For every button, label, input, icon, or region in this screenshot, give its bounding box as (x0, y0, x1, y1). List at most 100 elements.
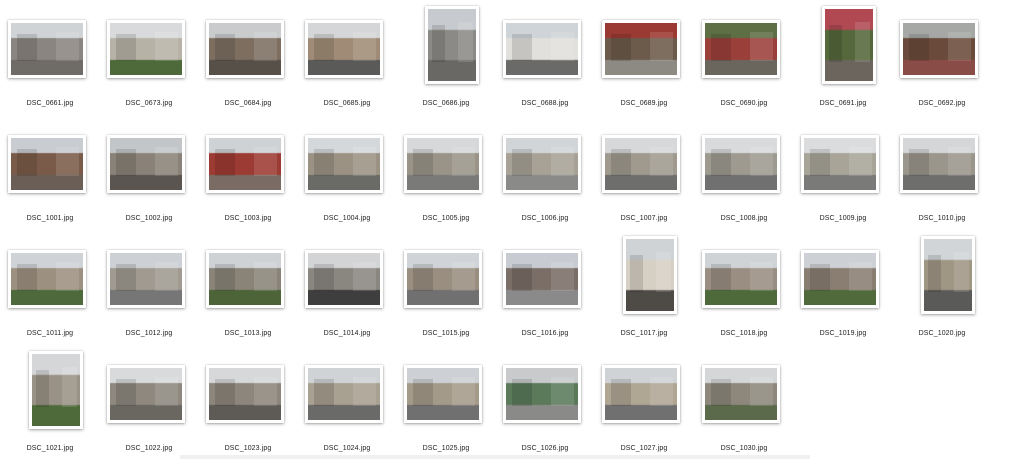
file-thumbnail[interactable] (107, 250, 185, 308)
file-item[interactable]: DSC_1011.jpg (0, 234, 100, 349)
file-thumbnail[interactable] (503, 135, 581, 193)
file-thumbnail[interactable] (602, 20, 680, 78)
thumbnail-image (110, 138, 182, 190)
file-item[interactable]: DSC_1007.jpg (594, 119, 694, 234)
file-item[interactable]: DSC_1010.jpg (892, 119, 992, 234)
file-item[interactable]: DSC_1017.jpg (594, 234, 694, 349)
thumbnail-image (506, 23, 578, 75)
thumbnail-image (605, 23, 677, 75)
file-name: DSC_1022.jpg (125, 445, 173, 452)
file-item[interactable]: DSC_0689.jpg (594, 4, 694, 119)
file-item[interactable]: DSC_1018.jpg (694, 234, 794, 349)
file-thumbnail[interactable] (305, 365, 383, 423)
file-item[interactable]: DSC_1024.jpg (297, 349, 397, 464)
file-thumbnail[interactable] (305, 135, 383, 193)
file-item[interactable]: DSC_1009.jpg (793, 119, 893, 234)
file-item[interactable]: DSC_0686.jpg (396, 4, 496, 119)
file-thumbnail[interactable] (602, 365, 680, 423)
file-thumbnail[interactable] (206, 20, 284, 78)
file-thumbnail[interactable] (107, 365, 185, 423)
file-item[interactable]: DSC_1022.jpg (99, 349, 199, 464)
file-item[interactable]: DSC_1001.jpg (0, 119, 100, 234)
file-name: DSC_0661.jpg (26, 100, 74, 107)
file-item[interactable]: DSC_1023.jpg (198, 349, 298, 464)
file-item[interactable]: DSC_1016.jpg (495, 234, 595, 349)
file-thumbnail[interactable] (702, 20, 780, 78)
file-item[interactable]: DSC_1006.jpg (495, 119, 595, 234)
file-name: DSC_1001.jpg (26, 215, 74, 222)
file-thumbnail[interactable] (503, 365, 581, 423)
file-thumbnail[interactable] (404, 365, 482, 423)
file-thumbnail[interactable] (8, 135, 86, 193)
file-thumbnail[interactable] (623, 236, 677, 314)
file-item[interactable]: DSC_1021.jpg (0, 349, 100, 464)
file-item[interactable]: DSC_1014.jpg (297, 234, 397, 349)
file-item[interactable]: DSC_1027.jpg (594, 349, 694, 464)
file-item[interactable]: DSC_1015.jpg (396, 234, 496, 349)
thumbnail-image (605, 368, 677, 420)
file-thumbnail[interactable] (8, 250, 86, 308)
thumbnail-detail (412, 379, 433, 407)
file-thumbnail[interactable] (602, 135, 680, 193)
file-thumbnail[interactable] (107, 20, 185, 78)
file-thumbnail[interactable] (702, 365, 780, 423)
thumbnail-detail (749, 377, 773, 407)
thumbnail-detail (16, 34, 37, 62)
file-item[interactable]: DSC_0692.jpg (892, 4, 992, 119)
file-item[interactable]: DSC_1003.jpg (198, 119, 298, 234)
file-name: DSC_0673.jpg (125, 100, 173, 107)
file-thumbnail[interactable] (822, 6, 876, 84)
file-item[interactable]: DSC_1019.jpg (793, 234, 893, 349)
file-thumbnail[interactable] (206, 365, 284, 423)
file-item[interactable]: DSC_0685.jpg (297, 4, 397, 119)
file-item[interactable]: DSC_1002.jpg (99, 119, 199, 234)
file-thumbnail[interactable] (503, 250, 581, 308)
file-thumbnail[interactable] (29, 351, 83, 429)
file-thumbnail[interactable] (801, 250, 879, 308)
file-thumbnail[interactable] (702, 135, 780, 193)
file-thumbnail[interactable] (305, 20, 383, 78)
file-thumbnail[interactable] (801, 135, 879, 193)
file-item[interactable]: DSC_0673.jpg (99, 4, 199, 119)
file-thumbnail[interactable] (107, 135, 185, 193)
thumbnail-detail (154, 262, 178, 292)
thumbnail-detail (828, 24, 843, 63)
file-name: DSC_1018.jpg (720, 330, 768, 337)
file-thumbnail[interactable] (305, 250, 383, 308)
file-item[interactable]: DSC_1025.jpg (396, 349, 496, 464)
file-name: DSC_1015.jpg (422, 330, 470, 337)
file-item[interactable]: DSC_1008.jpg (694, 119, 794, 234)
file-thumbnail[interactable] (404, 135, 482, 193)
file-item[interactable]: DSC_0688.jpg (495, 4, 595, 119)
file-item[interactable]: DSC_0661.jpg (0, 4, 100, 119)
file-item[interactable]: DSC_1030.jpg (694, 349, 794, 464)
file-item[interactable]: DSC_1020.jpg (892, 234, 992, 349)
file-item[interactable]: DSC_0691.jpg (793, 4, 893, 119)
file-thumbnail[interactable] (425, 6, 479, 84)
thumbnail-detail (550, 262, 574, 292)
file-thumbnail[interactable] (206, 135, 284, 193)
thumbnail-image (11, 23, 83, 75)
file-item[interactable]: DSC_0684.jpg (198, 4, 298, 119)
thumbnail-image (407, 138, 479, 190)
thumbnail-detail (451, 377, 475, 407)
file-thumbnail[interactable] (503, 20, 581, 78)
file-item[interactable]: DSC_1012.jpg (99, 234, 199, 349)
file-item[interactable]: DSC_0690.jpg (694, 4, 794, 119)
thumbnail-detail (431, 24, 446, 63)
thumbnail-detail (115, 264, 136, 292)
thumbnail-detail (947, 32, 971, 62)
file-item[interactable]: DSC_1004.jpg (297, 119, 397, 234)
file-thumbnail[interactable] (206, 250, 284, 308)
file-item[interactable]: DSC_1005.jpg (396, 119, 496, 234)
file-thumbnail[interactable] (921, 236, 975, 314)
file-thumbnail[interactable] (702, 250, 780, 308)
file-item[interactable]: DSC_1013.jpg (198, 234, 298, 349)
file-thumbnail[interactable] (900, 20, 978, 78)
file-name: DSC_1025.jpg (422, 445, 470, 452)
file-thumbnail[interactable] (900, 135, 978, 193)
file-thumbnail[interactable] (404, 250, 482, 308)
thumbnail-detail (55, 262, 79, 292)
file-item[interactable]: DSC_1026.jpg (495, 349, 595, 464)
file-thumbnail[interactable] (8, 20, 86, 78)
